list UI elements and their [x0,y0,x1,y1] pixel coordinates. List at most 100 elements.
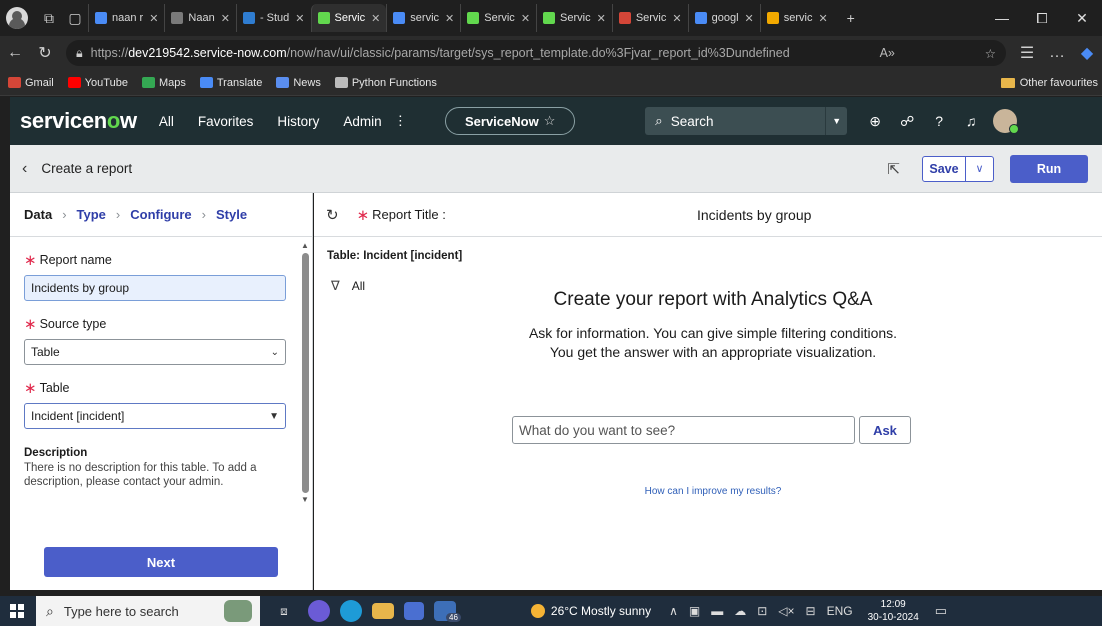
step-type[interactable]: Type [77,207,106,222]
tab-label: Servic [560,12,591,24]
favorite-star-icon[interactable]: ☆ [975,46,996,61]
browser-tab[interactable]: naan r ✕ [88,4,164,32]
workspaces-icon[interactable]: ⧉ [36,10,62,27]
save-options-chevron-icon[interactable]: ∨ [966,155,994,182]
servicenow-logo[interactable]: servicenow [20,108,137,134]
browser-tab[interactable]: Servic ✕ [611,4,688,32]
notifications-bell-icon[interactable]: ♫ [957,113,985,129]
scroll-thumb[interactable] [301,253,309,493]
browser-tab[interactable]: Naan ✕ [164,4,236,32]
show-hidden-icons-chevron-icon[interactable]: ∧ [669,604,678,618]
edge-browser-icon[interactable] [340,600,362,622]
other-favourites[interactable]: Other favourites [1000,77,1098,89]
tray-app-icon[interactable]: ▣ [689,604,700,618]
save-button[interactable]: Save [922,155,966,182]
tab-close-icon[interactable]: ✕ [149,12,158,25]
nav-all[interactable]: All [159,114,174,129]
browser-tab[interactable]: Servic ✕ [536,4,612,32]
battery-icon[interactable]: ▬ [711,604,723,618]
copilot-app-icon[interactable] [308,600,330,622]
source-type-select[interactable]: Table ⌄ [24,339,286,365]
run-button[interactable]: Run [1010,154,1088,183]
back-arrow-icon[interactable]: ← [0,44,30,62]
tab-close-icon[interactable]: ✕ [221,12,230,25]
bookmark-item[interactable]: Maps [141,77,186,89]
url-host: dev219542.service-now.com [128,46,287,60]
windows-start-icon[interactable] [10,604,24,618]
copilot-icon[interactable]: ◆ [1072,43,1102,63]
restore-icon[interactable]: ⧠ [1022,10,1062,27]
new-tab-icon[interactable]: + [838,10,864,26]
scroll-down-icon[interactable]: ▼ [301,495,309,505]
report-title-value[interactable]: Incidents by group [697,207,811,223]
user-avatar[interactable] [993,109,1020,134]
bookmark-item[interactable]: News [276,77,321,89]
favorites-list-icon[interactable]: ☰ [1012,43,1042,63]
tab-actions-icon[interactable]: ▢ [62,10,88,27]
task-view-icon[interactable]: ⧈ [270,600,298,622]
tab-close-icon[interactable]: ✕ [745,12,754,25]
help-icon[interactable]: ? [925,113,953,129]
required-asterisk-icon: ∗ [24,316,37,333]
bookmark-item[interactable]: YouTube [67,77,128,89]
taskbar-search-input[interactable]: ⌕ Type here to search [36,596,260,626]
browser-tab[interactable]: - Stud ✕ [235,4,311,32]
nav-admin[interactable]: Admin [343,114,381,129]
tab-close-icon[interactable]: ✕ [818,12,827,25]
browser-tab[interactable]: Servic ✕ [310,4,387,32]
clock[interactable]: 12:09 30-10-2024 [868,598,919,624]
more-options-icon[interactable]: … [1042,44,1072,62]
profile-avatar[interactable] [6,7,28,29]
nav-favorites[interactable]: Favorites [198,114,254,129]
sun-icon [530,604,545,618]
browser-tab[interactable]: servic ✕ [386,4,460,32]
browser-tab[interactable]: googl ✕ [687,4,760,32]
browser-tab[interactable]: Servic ✕ [460,4,536,32]
notification-center-icon[interactable]: ▭ [935,603,947,619]
ask-button[interactable]: Ask [859,416,911,444]
globe-icon[interactable]: ⊕ [861,113,889,130]
bookmark-item[interactable]: Gmail [8,77,54,89]
tab-close-icon[interactable]: ✕ [521,12,530,25]
browser-tab[interactable]: servic ✕ [759,4,834,32]
language-indicator[interactable]: ENG [827,604,853,618]
keyboard-icon[interactable]: ⊟ [806,604,816,618]
url-field[interactable]: 🔒︎ https://dev219542.service-now.com/now… [66,40,1006,66]
search-scope-dropdown[interactable]: ▼ [825,107,848,135]
global-search-input[interactable]: ⌕ Search [645,107,826,135]
cloud-icon[interactable]: ☁ [734,604,746,618]
store-icon[interactable] [404,602,424,620]
report-name-input[interactable]: Incidents by group [24,275,286,301]
close-window-icon[interactable]: ✕ [1062,10,1102,27]
share-icon[interactable]: ⇱ [887,160,900,178]
read-aloud-icon[interactable]: A» [870,46,895,60]
tab-close-icon[interactable]: ✕ [672,12,681,25]
refresh-icon[interactable]: ↻ [326,206,339,224]
weather-widget[interactable]: 26°C Mostly sunny [530,604,651,618]
tab-close-icon[interactable]: ✕ [295,12,304,25]
reload-icon[interactable]: ↻ [30,43,60,63]
app-scope-pill[interactable]: ServiceNow ☆ [445,107,576,135]
improve-results-link[interactable]: How can I improve my results? [314,486,1102,497]
file-explorer-icon[interactable] [372,603,394,619]
step-configure[interactable]: Configure [130,207,191,222]
step-data[interactable]: Data [24,207,52,222]
chat-icon[interactable]: ☍ [893,113,921,130]
volume-icon[interactable]: ◁× [778,604,794,618]
network-icon[interactable]: ⊡ [757,604,767,618]
step-style[interactable]: Style [216,207,247,222]
table-select[interactable]: Incident [incident] ▼ [24,403,286,429]
nav-history[interactable]: History [277,114,319,129]
minimize-icon[interactable]: — [982,10,1022,27]
tab-close-icon[interactable]: ✕ [445,12,454,25]
next-button[interactable]: Next [44,547,278,577]
form-scrollbar[interactable]: ▲ ▼ [301,241,309,531]
nav-more-icon[interactable]: ⋮ [394,113,408,129]
back-chevron-icon[interactable]: ‹ [22,160,27,178]
bookmark-item[interactable]: Translate [199,77,262,89]
ask-question-input[interactable]: What do you want to see? [512,416,855,444]
bookmark-item[interactable]: Python Functions [334,77,437,89]
scroll-up-icon[interactable]: ▲ [301,241,309,251]
tab-close-icon[interactable]: ✕ [371,12,380,25]
tab-close-icon[interactable]: ✕ [597,12,606,25]
